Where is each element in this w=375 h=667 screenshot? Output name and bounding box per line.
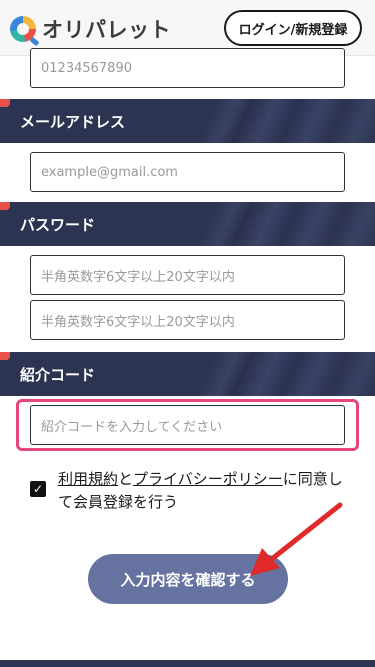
annotation-arrow <box>250 502 343 576</box>
footer-bar <box>0 660 375 667</box>
